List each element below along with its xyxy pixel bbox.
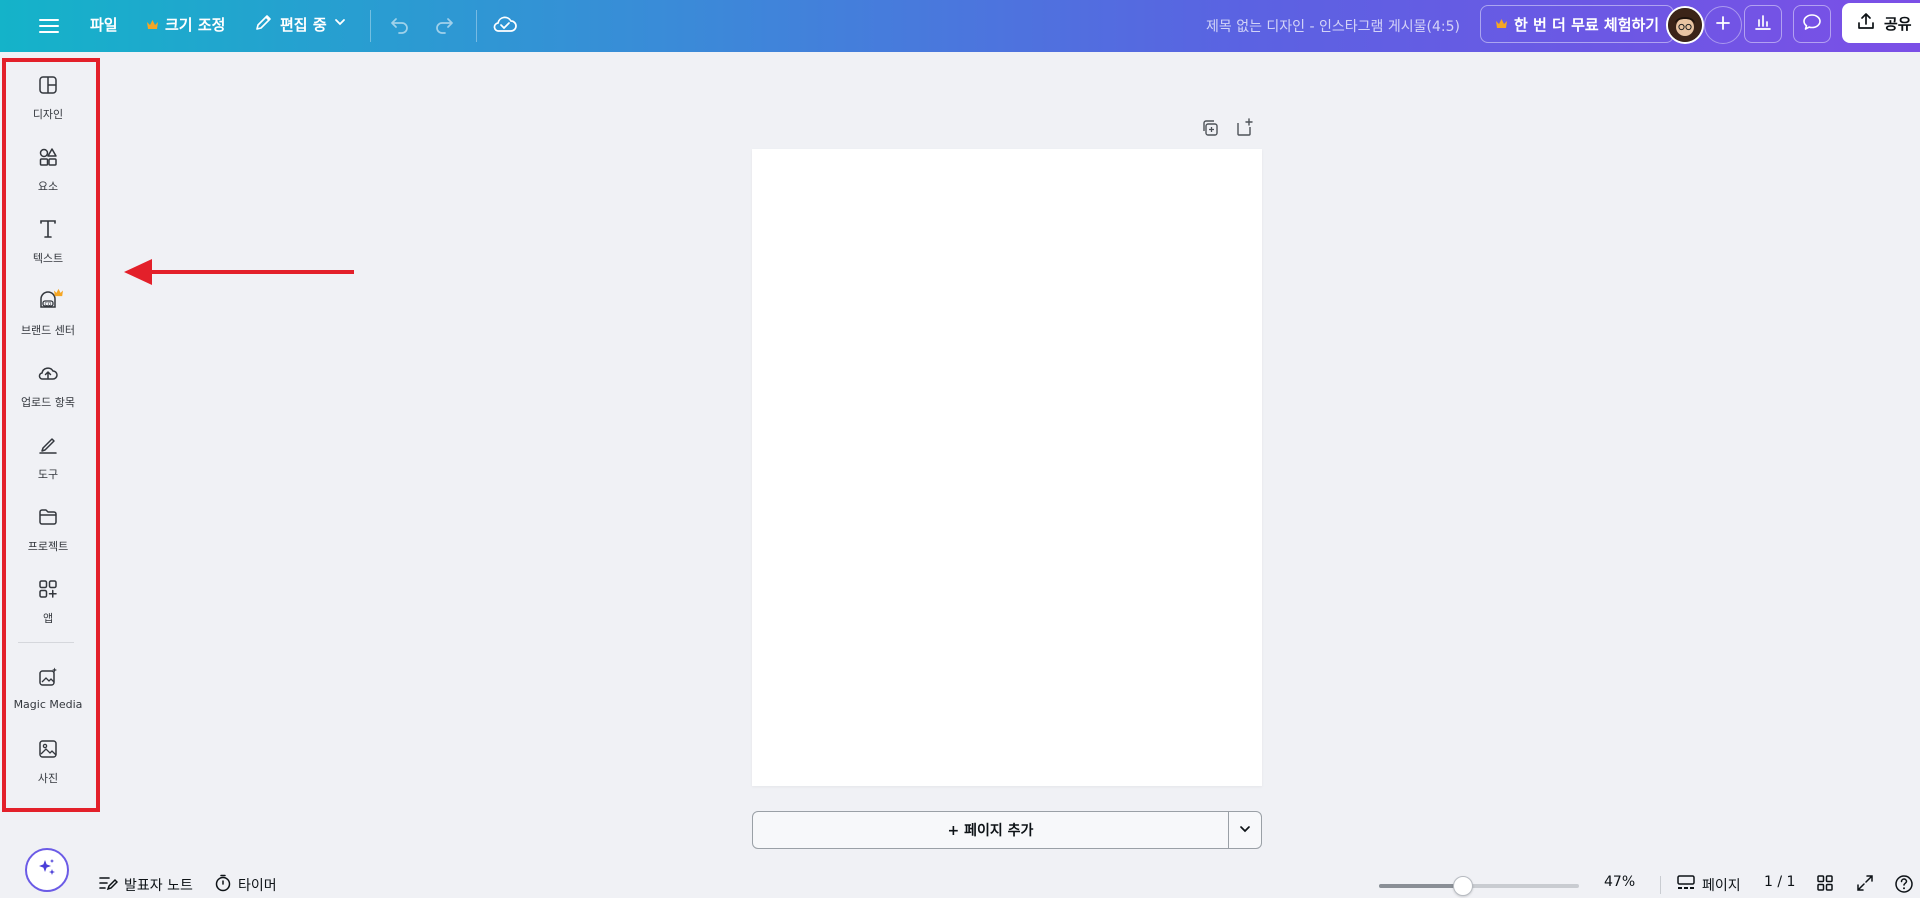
elements-icon: [37, 146, 59, 172]
sidebar-item-label: Magic Media: [13, 698, 83, 711]
fullscreen-button[interactable]: [1856, 874, 1874, 896]
sidebar-item-elements[interactable]: 요소: [4, 146, 92, 194]
comment-icon: [1802, 12, 1822, 36]
design-page[interactable]: [752, 149, 1262, 786]
resize-button[interactable]: 크기 조정: [146, 14, 225, 35]
sidebar-item-label: 업로드 항목: [20, 396, 76, 409]
edit-mode-label: 편집 중: [280, 15, 327, 34]
add-page-dropdown[interactable]: [1228, 812, 1261, 848]
bar-chart-icon: [1753, 12, 1773, 36]
cloud-saved-icon[interactable]: [492, 12, 518, 36]
presenter-notes-button[interactable]: 발표자 노트: [98, 874, 193, 896]
photo-icon: [37, 738, 59, 764]
sidebar-item-label: 텍스트: [32, 252, 64, 265]
text-icon: [37, 218, 59, 244]
menu-icon[interactable]: [36, 13, 62, 39]
sidebar-item-tools[interactable]: 도구: [4, 434, 92, 482]
folder-icon: [37, 506, 59, 532]
notes-icon: [98, 874, 119, 896]
sidebar-item-label: 요소: [37, 180, 59, 193]
timer-button[interactable]: 타이머: [214, 874, 277, 896]
design-icon: [37, 74, 59, 100]
magic-media-icon: [37, 666, 59, 692]
bottom-bar: 발표자 노트 타이머 47% 페이지 1 / 1: [0, 870, 1920, 898]
help-icon: [1894, 874, 1914, 898]
sidebar-item-design[interactable]: 디자인: [4, 74, 92, 122]
timer-label: 타이머: [238, 878, 277, 894]
sidebar-item-uploads[interactable]: 업로드 항목: [4, 362, 92, 410]
grid-icon: [1816, 874, 1834, 896]
upload-share-icon: [1856, 11, 1876, 35]
sidebar-item-text[interactable]: 텍스트: [4, 218, 92, 266]
stopwatch-icon: [214, 874, 232, 896]
draw-icon: [37, 434, 59, 460]
zoom-slider-handle[interactable]: [1453, 876, 1473, 896]
page-count-value: 1 / 1: [1764, 874, 1796, 890]
crown-icon: [53, 282, 64, 301]
red-arrow-annotation: [122, 256, 356, 292]
add-page-label: + 페이지 추가: [947, 823, 1034, 839]
pages-icon: [1676, 874, 1696, 896]
crown-icon: [1495, 15, 1508, 33]
add-page-button[interactable]: + 페이지 추가: [752, 811, 1262, 849]
page-count: 1 / 1: [1764, 874, 1795, 890]
share-label: 공유: [1884, 14, 1912, 33]
bottom-divider: [1660, 876, 1661, 894]
free-trial-label: 한 번 더 무료 체험하기: [1514, 15, 1660, 34]
svg-text:CO: CO: [45, 301, 52, 307]
zoom-slider[interactable]: [1379, 876, 1579, 896]
sidebar-item-label: 사진: [37, 772, 59, 785]
sidebar-divider: [18, 642, 74, 643]
sidebar-item-label: 디자인: [32, 108, 64, 121]
add-collaborator-button[interactable]: [1704, 6, 1742, 44]
chevron-down-icon: [333, 15, 347, 33]
crown-icon: [146, 16, 159, 34]
undo-icon[interactable]: [388, 12, 412, 36]
redo-icon[interactable]: [432, 12, 456, 36]
comments-button[interactable]: [1793, 5, 1831, 43]
plus-icon: [1715, 15, 1731, 35]
file-menu-label: 파일: [90, 16, 118, 34]
free-trial-button[interactable]: 한 번 더 무료 체험하기: [1480, 5, 1675, 43]
sidebar-item-apps[interactable]: 앱: [4, 578, 92, 626]
left-sidebar: 디자인 요소 텍스트 CO 브랜드 센터 업로드 항목 도구 프로젝트 앱 Ma…: [0, 52, 96, 898]
toolbar-divider: [370, 10, 371, 42]
pages-view-button[interactable]: 페이지: [1676, 874, 1741, 896]
sidebar-item-brand-center[interactable]: CO 브랜드 센터: [4, 288, 92, 338]
grid-view-button[interactable]: [1816, 874, 1834, 896]
edit-mode-dropdown[interactable]: 편집 중: [254, 12, 347, 36]
resize-label: 크기 조정: [165, 16, 226, 34]
sidebar-item-photos[interactable]: 사진: [4, 738, 92, 786]
insights-button[interactable]: [1744, 5, 1782, 43]
pages-label: 페이지: [1702, 878, 1741, 894]
file-menu-button[interactable]: 파일: [90, 14, 118, 35]
sidebar-item-label: 브랜드 센터: [20, 324, 76, 337]
sidebar-item-label: 앱: [42, 612, 54, 625]
avatar[interactable]: [1666, 6, 1704, 44]
top-bar: 파일 크기 조정 편집 중 제목 없는 디자인 - 인스타그램 게시물(4:5)…: [0, 0, 1920, 52]
sidebar-item-magic-media[interactable]: Magic Media: [4, 666, 92, 711]
brand-icon: CO: [37, 288, 63, 316]
sidebar-item-label: 도구: [37, 468, 59, 481]
duplicate-page-icon[interactable]: [1200, 118, 1220, 142]
presenter-notes-label: 발표자 노트: [124, 878, 193, 894]
help-button[interactable]: [1894, 874, 1914, 898]
pencil-icon: [254, 12, 274, 36]
sidebar-item-label: 프로젝트: [27, 540, 69, 553]
add-page-icon[interactable]: [1234, 118, 1254, 142]
zoom-level[interactable]: 47%: [1604, 874, 1635, 890]
zoom-level-value: 47%: [1604, 874, 1636, 890]
document-title[interactable]: 제목 없는 디자인 - 인스타그램 게시물(4:5): [1206, 16, 1460, 36]
zoom-slider-fill: [1379, 884, 1463, 888]
apps-icon: [37, 578, 59, 604]
page-tools: [1200, 118, 1254, 142]
upload-icon: [37, 362, 59, 388]
sidebar-item-projects[interactable]: 프로젝트: [4, 506, 92, 554]
expand-icon: [1856, 874, 1874, 896]
toolbar-divider: [476, 10, 477, 42]
share-button[interactable]: 공유: [1842, 3, 1920, 43]
chevron-down-icon: [1238, 821, 1252, 840]
